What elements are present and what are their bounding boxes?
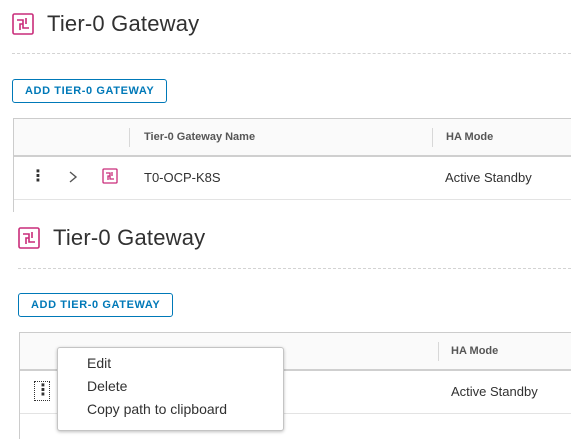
table-row: ⋮ T0-OCP-K8S Active Standby bbox=[14, 157, 571, 200]
grid-header: Tier-0 Gateway Name HA Mode bbox=[14, 119, 571, 157]
tier0-gateway-icon bbox=[12, 13, 34, 35]
column-header-ha-mode[interactable]: HA Mode bbox=[446, 119, 493, 155]
tier0-gateway-page: Tier-0 Gateway ADD TIER-0 GATEWAY Tier-0… bbox=[0, 0, 571, 212]
tier0-gateway-icon bbox=[18, 227, 40, 249]
page-title: Tier-0 Gateway bbox=[47, 11, 200, 36]
add-tier0-gateway-button[interactable]: ADD TIER-0 GATEWAY bbox=[18, 293, 174, 317]
header-divider bbox=[18, 268, 571, 269]
menu-item-copy-path[interactable]: Copy path to clipboard bbox=[58, 398, 283, 421]
page-title: Tier-0 Gateway bbox=[53, 225, 206, 250]
add-tier0-gateway-button[interactable]: ADD TIER-0 GATEWAY bbox=[12, 79, 168, 103]
tier0-gateway-icon bbox=[102, 168, 118, 184]
vertical-ellipsis-icon[interactable]: ⋮ bbox=[34, 381, 51, 401]
row-actions-menu: Edit Delete Copy path to clipboard bbox=[57, 347, 284, 431]
column-separator bbox=[438, 342, 439, 361]
column-separator bbox=[129, 128, 130, 147]
chevron-right-icon[interactable] bbox=[67, 169, 79, 185]
vertical-ellipsis-icon[interactable]: ⋮ bbox=[30, 168, 46, 186]
column-separator bbox=[432, 128, 433, 147]
column-header-ha-mode[interactable]: HA Mode bbox=[451, 333, 498, 369]
header-divider bbox=[12, 53, 571, 54]
gateway-name-link[interactable]: T0-OCP-K8S bbox=[144, 157, 221, 198]
menu-item-edit[interactable]: Edit bbox=[58, 352, 283, 375]
ha-mode-value: Active Standby bbox=[445, 170, 532, 185]
tier0-gateway-page-menu-open: Tier-0 Gateway ADD TIER-0 GATEWAY HA Mod… bbox=[0, 212, 571, 439]
page-header: Tier-0 Gateway bbox=[18, 221, 205, 255]
column-header-name[interactable]: Tier-0 Gateway Name bbox=[144, 119, 255, 155]
menu-item-delete[interactable]: Delete bbox=[58, 375, 283, 398]
ha-mode-value: Active Standby bbox=[451, 384, 538, 399]
gateway-grid: Tier-0 Gateway Name HA Mode ⋮ T0-OCP-K8S… bbox=[13, 118, 571, 212]
page-header: Tier-0 Gateway bbox=[12, 7, 199, 41]
